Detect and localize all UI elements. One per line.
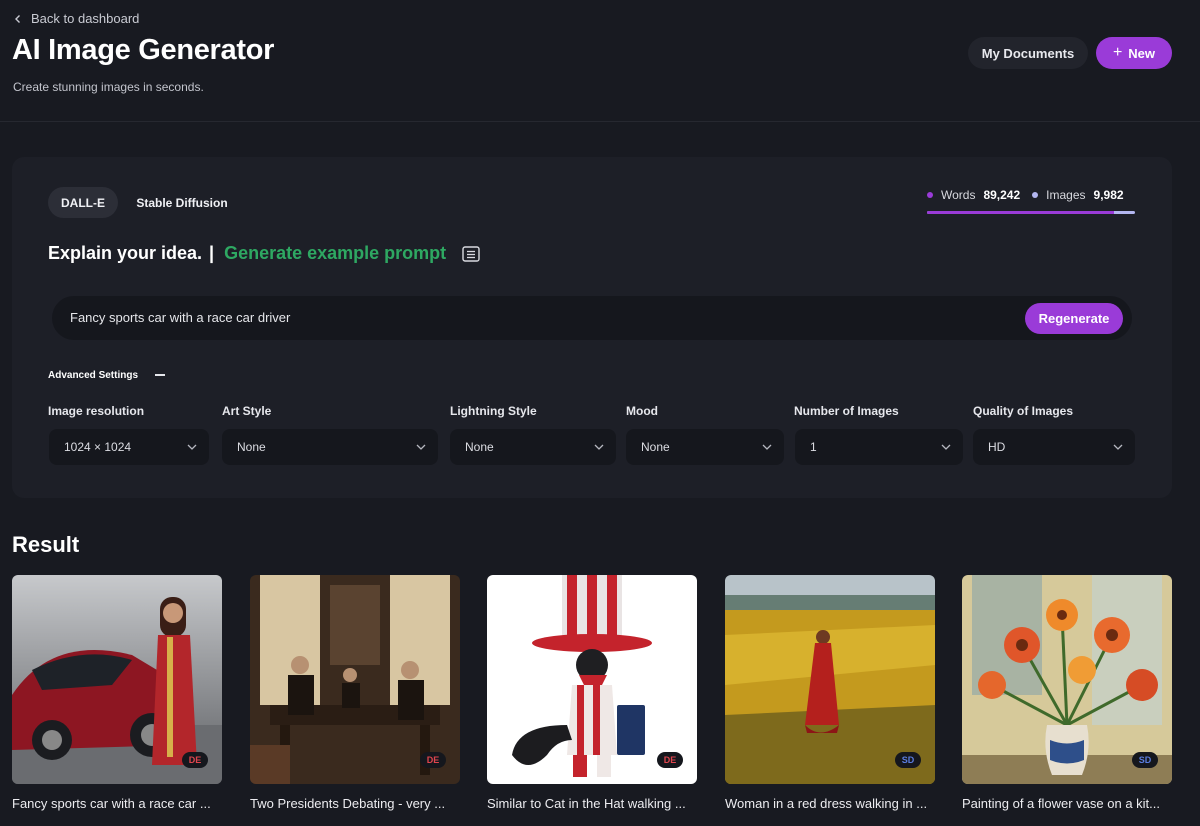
result-thumbnail[interactable]: SD xyxy=(962,575,1172,784)
usage-progress-bar xyxy=(927,211,1135,214)
result-card[interactable]: DE Similar to Cat in the Hat walking ... xyxy=(487,575,697,811)
chevron-down-icon xyxy=(762,444,772,450)
generate-example-prompt-link[interactable]: Generate example prompt xyxy=(224,243,446,264)
advanced-settings-label: Advanced Settings xyxy=(48,369,139,381)
words-dot-icon xyxy=(927,192,933,198)
mood-select[interactable]: None xyxy=(626,429,784,465)
prompt-input[interactable]: Fancy sports car with a race car driver … xyxy=(52,296,1132,340)
result-thumbnail[interactable]: DE xyxy=(12,575,222,784)
quality-of-images-select[interactable]: HD xyxy=(973,429,1135,465)
idea-heading: Explain your idea. xyxy=(48,243,203,263)
regenerate-label: Regenerate xyxy=(1038,311,1110,326)
result-heading: Result xyxy=(12,532,80,557)
result-card[interactable]: DE Two Presidents Debating - very ... xyxy=(250,575,460,811)
select-value: None xyxy=(641,440,670,454)
result-caption[interactable]: Woman in a red dress walking in ... xyxy=(725,796,945,811)
back-link-label: Back to dashboard xyxy=(31,11,140,26)
images-value: 9,982 xyxy=(1093,188,1124,202)
page-title: AI Image Generator xyxy=(12,34,275,66)
model-badge: SD xyxy=(895,752,921,768)
chevron-left-icon xyxy=(15,14,20,23)
advanced-settings-header: Advanced Settings xyxy=(48,365,172,385)
result-caption[interactable]: Similar to Cat in the Hat walking ... xyxy=(487,796,707,811)
result-thumbnail[interactable]: DE xyxy=(487,575,697,784)
result-card[interactable]: DE Fancy sports car with a race car ... xyxy=(12,575,222,811)
chevron-down-icon xyxy=(941,444,951,450)
usage-meter: Words 89,242 Images 9,982 xyxy=(927,187,1135,214)
my-documents-button[interactable]: My Documents xyxy=(968,37,1088,69)
tab-label: Stable Diffusion xyxy=(136,195,228,210)
tab-stable-diffusion[interactable]: Stable Diffusion xyxy=(130,187,234,218)
select-value: HD xyxy=(988,440,1006,454)
image-resolution-label: Image resolution xyxy=(48,404,145,418)
quality-of-images-label: Quality of Images xyxy=(973,404,1074,418)
tab-label: DALL-E xyxy=(61,195,105,210)
select-value: 1 xyxy=(810,440,817,454)
result-card[interactable]: SD Woman in a red dress walking in ... xyxy=(725,575,935,811)
chevron-down-icon xyxy=(187,444,197,450)
art-style-select[interactable]: None xyxy=(222,429,438,465)
usage-progress-fill xyxy=(927,211,1115,214)
image-resolution-select[interactable]: 1024 × 1024 xyxy=(49,429,209,465)
new-button-label: New xyxy=(1128,45,1156,61)
result-thumbnail[interactable]: DE xyxy=(250,575,460,784)
regenerate-button[interactable]: Regenerate xyxy=(1025,303,1123,334)
lightning-style-label: Lightning Style xyxy=(450,404,537,418)
result-caption[interactable]: Painting of a flower vase on a kit... xyxy=(962,796,1182,811)
tab-dall-e[interactable]: DALL-E xyxy=(48,187,118,218)
number-of-images-select[interactable]: 1 xyxy=(795,429,963,465)
idea-separator: | xyxy=(209,243,215,263)
generator-panel: DALL-E Stable Diffusion Words 89,242 Ima… xyxy=(12,157,1172,498)
back-to-dashboard-link[interactable]: Back to dashboard xyxy=(13,11,139,26)
words-value: 89,242 xyxy=(983,188,1021,202)
model-badge: DE xyxy=(182,752,208,768)
chevron-down-icon xyxy=(1113,444,1123,450)
art-style-label: Art Style xyxy=(222,404,272,418)
result-caption[interactable]: Fancy sports car with a race car ... xyxy=(12,796,232,811)
idea-heading-row: Explain your idea. | Generate example pr… xyxy=(48,243,480,264)
images-dot-icon xyxy=(1032,192,1039,198)
words-label: Words xyxy=(941,188,976,202)
mood-label: Mood xyxy=(626,404,658,418)
result-caption[interactable]: Two Presidents Debating - very ... xyxy=(250,796,470,811)
plus-icon: + xyxy=(1112,44,1123,61)
model-badge: DE xyxy=(420,752,446,768)
document-list-icon[interactable] xyxy=(462,245,480,262)
chevron-down-icon xyxy=(594,444,604,450)
prompt-input-value[interactable]: Fancy sports car with a race car driver xyxy=(70,296,970,340)
model-badge: SD xyxy=(1132,752,1158,768)
minus-icon xyxy=(155,374,166,376)
images-label: Images xyxy=(1046,188,1086,202)
select-value: None xyxy=(237,440,266,454)
lightning-style-select[interactable]: None xyxy=(450,429,616,465)
my-documents-label: My Documents xyxy=(981,45,1075,61)
number-of-images-label: Number of Images xyxy=(794,404,899,418)
select-value: None xyxy=(465,440,494,454)
page-subtitle: Create stunning images in seconds. xyxy=(13,80,204,94)
chevron-down-icon xyxy=(416,444,426,450)
collapse-advanced-settings-button[interactable] xyxy=(148,365,172,385)
result-thumbnail[interactable]: SD xyxy=(725,575,935,784)
page-header: Back to dashboard AI Image Generator Cre… xyxy=(0,0,1200,122)
new-button[interactable]: + New xyxy=(1096,37,1172,69)
result-card[interactable]: SD Painting of a flower vase on a kit... xyxy=(962,575,1172,811)
model-badge: DE xyxy=(657,752,683,768)
select-value: 1024 × 1024 xyxy=(64,440,132,454)
